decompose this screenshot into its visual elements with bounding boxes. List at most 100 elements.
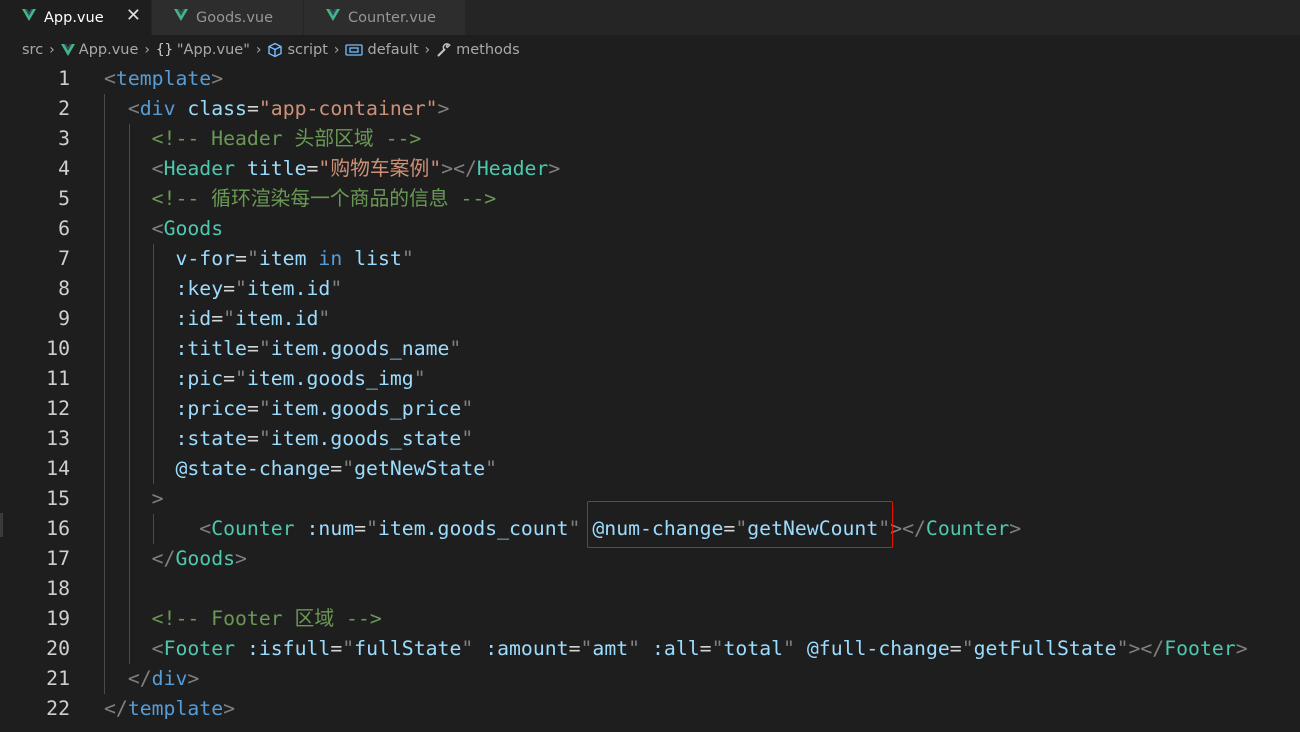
vue-icon	[326, 9, 340, 21]
code-token: :all	[652, 637, 700, 660]
line-number: 5	[58, 187, 70, 210]
code-line[interactable]: 20 <Footer :isfull="fullState" :amount="…	[0, 634, 1300, 664]
breadcrumb-label: App.vue	[78, 42, 139, 58]
code-token: "	[961, 637, 974, 660]
code-line[interactable]: 22 </template>	[0, 694, 1300, 724]
breadcrumb-item-src[interactable]: src	[22, 42, 43, 58]
code-token: =	[211, 307, 224, 330]
code-token: =	[330, 457, 343, 480]
code-token: :price	[175, 397, 247, 420]
line-number: 19	[46, 607, 70, 630]
code-line[interactable]: 18	[0, 574, 1300, 604]
tab-counter-vue[interactable]: Counter.vue	[304, 0, 466, 35]
line-number: 3	[58, 127, 70, 150]
code-token: "	[461, 397, 474, 420]
code-token: Footer	[163, 637, 236, 660]
code-token: item.id	[246, 277, 331, 300]
code-token: "	[330, 277, 343, 300]
code-token: list	[354, 247, 402, 270]
code-token: total	[723, 637, 784, 660]
code-token: item.goods_img	[246, 367, 414, 390]
code-token: v-for	[175, 247, 236, 270]
code-token: :state	[175, 427, 247, 450]
code-token: "	[342, 457, 355, 480]
line-number: 15	[46, 487, 70, 510]
code-token: @full-change	[806, 637, 950, 660]
code-token: >	[437, 97, 450, 120]
close-icon[interactable]: ✕	[126, 6, 141, 26]
tab-app-vue[interactable]: App.vue ✕	[0, 0, 152, 35]
code-line[interactable]: 1 <template>	[0, 64, 1300, 94]
code-token: Footer	[1164, 637, 1236, 660]
code-token: "	[461, 637, 474, 660]
code-token: =	[235, 247, 247, 270]
breadcrumb-item-script[interactable]: script	[267, 42, 328, 58]
code-token: =	[330, 637, 343, 660]
breadcrumb-item-methods[interactable]: methods	[436, 42, 520, 58]
code-token: title	[246, 157, 307, 180]
code-line[interactable]: 14 @state-change="getNewState"	[0, 454, 1300, 484]
wrench-icon	[436, 42, 452, 58]
code-line[interactable]: 13 :state="item.goods_state"	[0, 424, 1300, 454]
line-number: 7	[58, 247, 70, 270]
code-line[interactable]: 3 <!-- Header 头部区域 -->	[0, 124, 1300, 154]
code-token: @state-change	[175, 457, 331, 480]
code-line[interactable]: 12 :price="item.goods_price"	[0, 394, 1300, 424]
breadcrumb-item-module[interactable]: {} "App.vue"	[156, 42, 250, 58]
code-line[interactable]: 5 <!-- 循环渲染每一个商品的信息 -->	[0, 184, 1300, 214]
code-token: "	[568, 517, 581, 540]
code-token: :id	[175, 307, 212, 330]
code-line[interactable]: 2 <div class="app-container">	[0, 94, 1300, 124]
code-line[interactable]: 9 :id="item.id"	[0, 304, 1300, 334]
tab-goods-vue[interactable]: Goods.vue	[152, 0, 304, 35]
line-number: 17	[46, 547, 70, 570]
vue-icon	[22, 9, 36, 21]
indent-guide	[153, 514, 154, 544]
code-token: ></	[441, 157, 477, 180]
code-line[interactable]: 19 <!-- Footer 区域 -->	[0, 604, 1300, 634]
line-number: 16	[46, 517, 70, 540]
indent-guide	[153, 244, 154, 484]
code-line[interactable]: 11 :pic="item.goods_img"	[0, 364, 1300, 394]
code-token: >	[151, 487, 164, 510]
code-token: "	[342, 637, 355, 660]
code-line[interactable]: 21 </div>	[0, 664, 1300, 694]
code-line[interactable]: 6 <Goods	[0, 214, 1300, 244]
code-token: =	[223, 367, 236, 390]
breadcrumb-separator: ›	[424, 42, 431, 58]
line-number: 13	[46, 427, 70, 450]
code-token: >	[223, 697, 236, 720]
code-token: "	[246, 247, 259, 270]
braces-icon: {}	[156, 42, 173, 58]
code-line[interactable]: 17 </Goods>	[0, 544, 1300, 574]
code-token: "	[235, 277, 247, 300]
code-token: "	[449, 337, 462, 360]
code-token: "	[461, 427, 474, 450]
vue-icon	[174, 9, 188, 21]
breadcrumb-label: script	[287, 42, 328, 58]
code-token: Goods	[163, 217, 224, 240]
code-token: "	[401, 247, 414, 270]
code-token: "	[235, 367, 247, 390]
code-line[interactable]: 4 <Header title="购物车案例"></Header>	[0, 154, 1300, 184]
code-text: <template>	[104, 64, 223, 94]
code-line[interactable]: 7 v-for="item in list"	[0, 244, 1300, 274]
breadcrumb-item-file[interactable]: App.vue	[60, 42, 139, 58]
code-line[interactable]: 10 :title="item.goods_name"	[0, 334, 1300, 364]
code-token: item.goods_name	[270, 337, 450, 360]
code-text: <Goods	[104, 214, 223, 244]
code-line[interactable]: 8 :key="item.id"	[0, 274, 1300, 304]
code-text: :price="item.goods_price"	[104, 394, 473, 424]
breadcrumb-item-default[interactable]: default	[345, 42, 419, 58]
tab-label: Goods.vue	[196, 9, 274, 26]
code-token: <	[151, 217, 164, 240]
code-token: :num	[306, 517, 355, 540]
line-number: 6	[58, 217, 70, 240]
breadcrumb-label: "App.vue"	[176, 42, 250, 58]
code-editor[interactable]: 1 <template> 2 <div class="app-container">…	[0, 63, 1300, 732]
